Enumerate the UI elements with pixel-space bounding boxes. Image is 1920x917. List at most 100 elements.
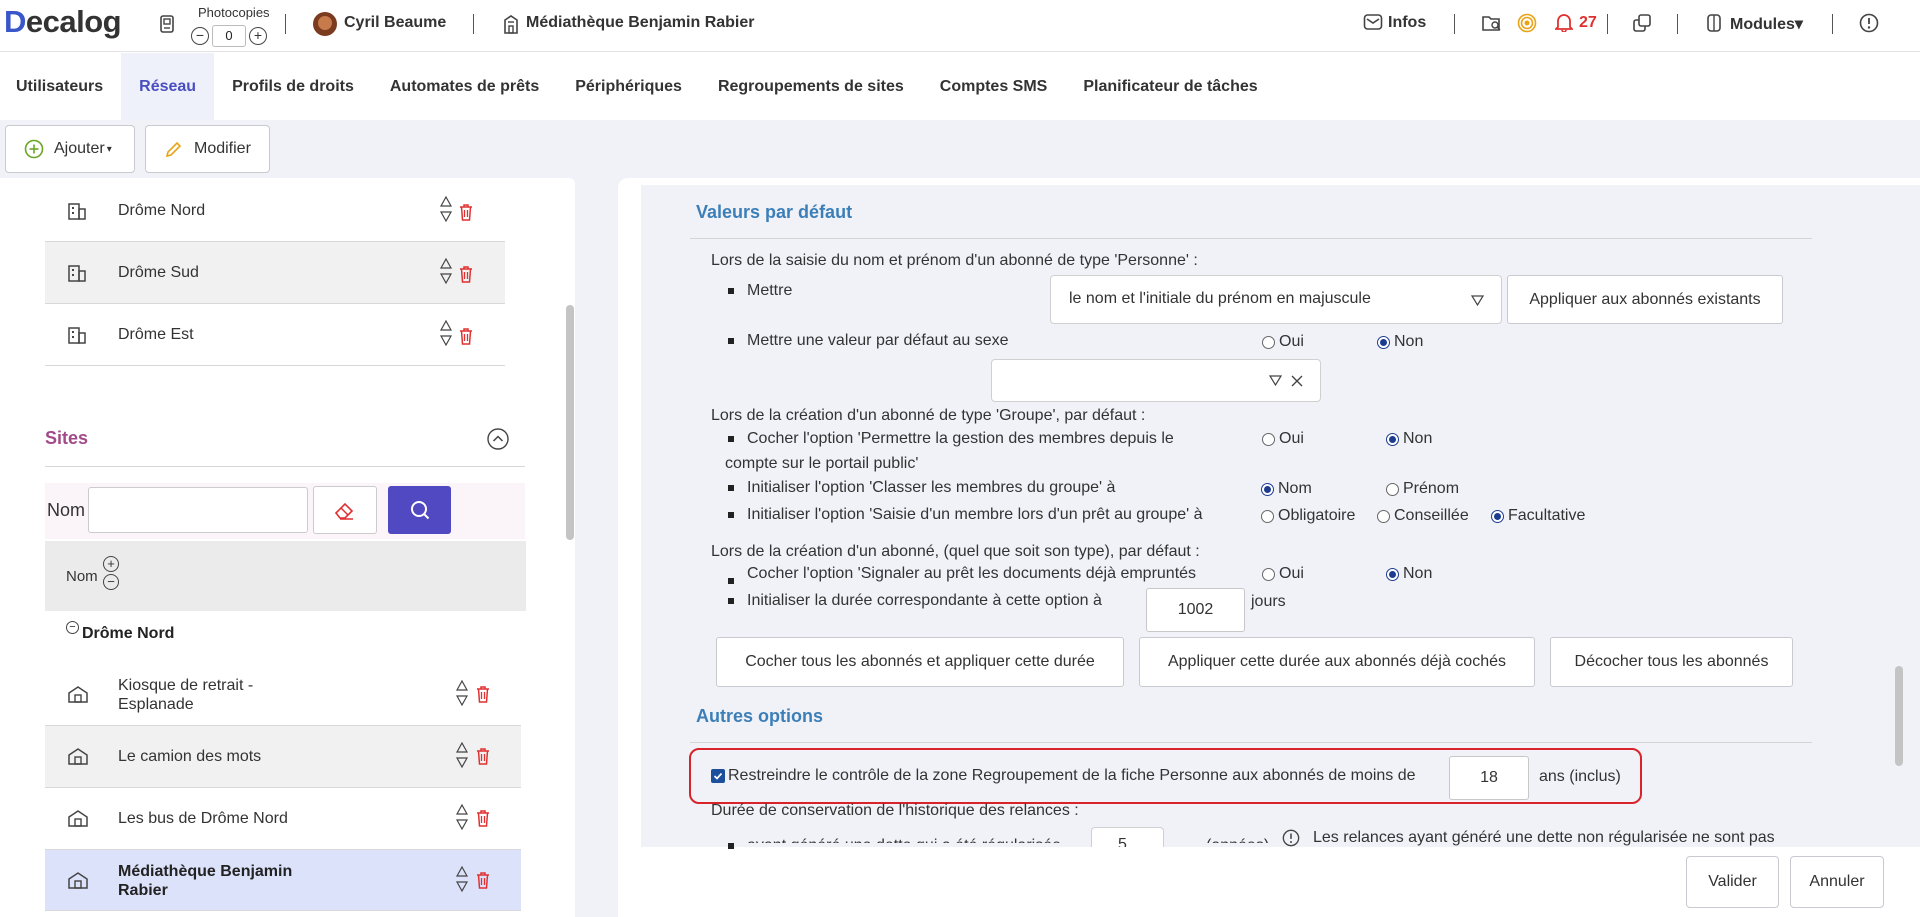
trash-icon[interactable] — [458, 265, 474, 283]
sex-default-yes-radio[interactable] — [1262, 336, 1275, 349]
site-row[interactable]: Kiosque de retrait - Esplanade — [45, 664, 521, 726]
sort-ascending-button[interactable]: + — [103, 556, 119, 572]
move-up-icon[interactable] — [456, 742, 468, 753]
tab-profils-de-droits[interactable]: Profils de droits — [214, 53, 372, 120]
validate-button[interactable]: Valider — [1686, 856, 1779, 908]
move-down-icon[interactable] — [456, 819, 468, 830]
site-row-selected[interactable]: Médiathèque Benjamin Rabier — [45, 850, 521, 911]
member-entry-advised-radio[interactable] — [1377, 510, 1390, 523]
defaults-section-title: Valeurs par défaut — [696, 202, 853, 222]
user-name[interactable]: Cyril Beaume — [344, 14, 446, 32]
signal-no-radio[interactable] — [1386, 568, 1399, 581]
left-panel-scrollbar[interactable] — [566, 305, 574, 540]
windows-icon[interactable] — [1632, 13, 1652, 33]
tab-utilisateurs[interactable]: Utilisateurs — [0, 53, 121, 120]
move-arrows — [456, 804, 468, 830]
restrict-checkbox[interactable] — [711, 769, 725, 783]
notification-bell-icon[interactable] — [1555, 12, 1573, 32]
members-mgmt-no-radio[interactable] — [1386, 433, 1399, 446]
column-name-label[interactable]: Nom — [66, 568, 98, 585]
move-up-icon[interactable] — [456, 866, 468, 877]
library-name[interactable]: Médiathèque Benjamin Rabier — [526, 14, 755, 32]
member-entry-optional-radio[interactable] — [1491, 510, 1504, 523]
duration-input[interactable]: 1002 — [1146, 588, 1245, 632]
decrement-button[interactable]: − — [191, 27, 209, 45]
any-intro-text: Lors de la création d'un abonné, (quel q… — [711, 543, 1200, 560]
group-collapse-toggle[interactable]: − — [66, 621, 79, 634]
name-format-select[interactable]: le nom et l'initiale du prénom en majusc… — [1050, 275, 1502, 324]
notification-count[interactable]: 27 — [1579, 14, 1597, 32]
move-up-icon[interactable] — [440, 258, 452, 269]
folder-search-icon[interactable] — [1481, 13, 1503, 33]
add-button[interactable]: Ajouter ▾ — [5, 125, 135, 173]
move-down-icon[interactable] — [456, 757, 468, 768]
cancel-button[interactable]: Annuler — [1790, 856, 1884, 908]
move-down-icon[interactable] — [440, 273, 452, 284]
edit-button[interactable]: Modifier — [145, 125, 270, 173]
infos-link[interactable]: Infos — [1388, 14, 1426, 32]
move-up-icon[interactable] — [456, 680, 468, 691]
sort-by-firstname-radio[interactable] — [1386, 483, 1399, 496]
clear-icon[interactable] — [1290, 374, 1304, 388]
tab-planificateur-de-taches[interactable]: Planificateur de tâches — [1065, 53, 1275, 120]
info-icon[interactable] — [1859, 13, 1879, 33]
trash-icon[interactable] — [475, 871, 491, 889]
trash-icon[interactable] — [475, 685, 491, 703]
broadcast-icon[interactable] — [1517, 13, 1537, 33]
move-down-icon[interactable] — [440, 335, 452, 346]
sort-descending-button[interactable]: − — [103, 574, 119, 590]
move-down-icon[interactable] — [456, 695, 468, 706]
members-mgmt-yes-radio[interactable] — [1262, 433, 1275, 446]
user-avatar[interactable] — [313, 12, 337, 36]
sort-buttons: + − — [103, 556, 119, 590]
signal-yes-radio[interactable] — [1262, 568, 1275, 581]
apply-existing-button[interactable]: Appliquer aux abonnés existants — [1507, 275, 1783, 324]
decalog-logo[interactable]: Decalog — [4, 4, 122, 40]
move-up-icon[interactable] — [440, 196, 452, 207]
move-down-icon[interactable] — [456, 881, 468, 892]
region-label: Drôme Nord — [118, 201, 206, 219]
tab-automates-de-prets[interactable]: Automates de prêts — [372, 53, 557, 120]
tab-peripheriques[interactable]: Périphériques — [557, 53, 700, 120]
modules-menu[interactable]: Modules▾ — [1730, 14, 1803, 34]
move-up-icon[interactable] — [440, 320, 452, 331]
trash-icon[interactable] — [458, 327, 474, 345]
info-icon[interactable] — [1281, 829, 1301, 847]
tab-regroupements-de-sites[interactable]: Regroupements de sites — [700, 53, 922, 120]
sex-value-select[interactable] — [991, 359, 1321, 402]
member-entry-mandatory-radio[interactable] — [1261, 510, 1274, 523]
collapse-up-icon[interactable] — [487, 428, 509, 450]
building-icon — [68, 326, 86, 344]
photocopies-count[interactable]: 0 — [212, 25, 246, 47]
trash-icon[interactable] — [458, 203, 474, 221]
divider — [690, 238, 1812, 239]
sort-by-name-radio[interactable] — [1261, 483, 1274, 496]
sex-default-label: Mettre une valeur par défaut au sexe — [747, 332, 1009, 349]
move-arrows — [440, 320, 452, 346]
tab-comptes-sms[interactable]: Comptes SMS — [922, 53, 1066, 120]
trash-icon[interactable] — [475, 747, 491, 765]
site-row[interactable]: Les bus de Drôme Nord — [45, 788, 521, 850]
region-row[interactable]: Drôme Est — [45, 304, 505, 366]
name-filter-input[interactable] — [88, 487, 308, 533]
site-row[interactable]: Le camion des mots — [45, 726, 521, 788]
right-panel-scrollbar[interactable] — [1895, 666, 1903, 766]
restrict-age-input[interactable]: 18 — [1449, 756, 1529, 800]
search-button[interactable] — [388, 486, 451, 534]
move-up-icon[interactable] — [456, 804, 468, 815]
tab-reseau[interactable]: Réseau — [121, 53, 215, 120]
checkmark-icon — [713, 772, 723, 780]
clear-filter-button[interactable] — [313, 486, 377, 534]
uncheck-all-button[interactable]: Décocher tous les abonnés — [1550, 637, 1793, 687]
group-name: Drôme Nord — [82, 625, 175, 642]
region-row[interactable]: Drôme Sud — [45, 242, 505, 304]
increment-button[interactable]: + — [249, 27, 267, 45]
trash-icon[interactable] — [475, 809, 491, 827]
move-down-icon[interactable] — [440, 211, 452, 222]
check-all-apply-button[interactable]: Cocher tous les abonnés et appliquer cet… — [716, 637, 1124, 687]
photocopies-label: Photocopies — [198, 5, 270, 20]
sex-default-no-radio[interactable] — [1377, 336, 1390, 349]
region-row[interactable]: Drôme Nord — [45, 180, 505, 242]
reminder-debt-select[interactable]: 5 — [1091, 827, 1164, 847]
apply-to-checked-button[interactable]: Appliquer cette durée aux abonnés déjà c… — [1139, 637, 1535, 687]
